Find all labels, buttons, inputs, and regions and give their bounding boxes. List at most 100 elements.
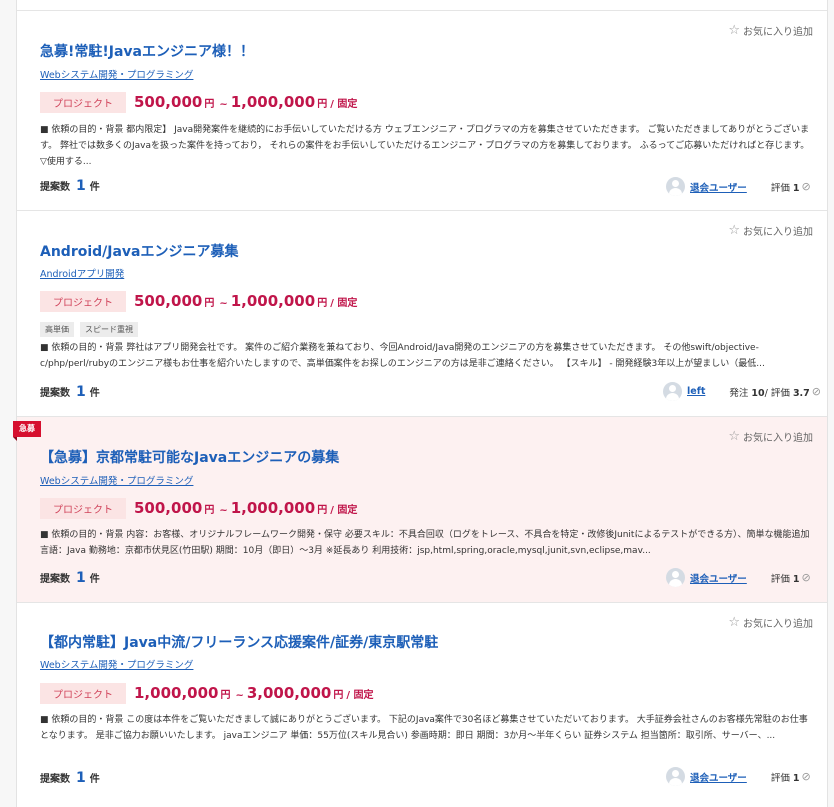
job-card: ☆ お気に入り追加 【都内常駐】Java中流/フリーランス応援案件/証券/東京駅… [17, 602, 827, 802]
block-icon: ⊘ [801, 180, 811, 193]
avatar[interactable] [666, 568, 685, 587]
proposal-label: 提案数 [40, 574, 70, 585]
orders-count: 10 [751, 387, 765, 399]
job-category[interactable]: Androidアプリ開発 [40, 266, 124, 280]
block-icon: ⊘ [801, 770, 811, 783]
job-list: ☆ お気に入り追加 急募!常駐!Javaエンジニア様！！ Webシステム開発・プ… [13, 0, 828, 807]
job-title[interactable]: 急募!常駐!Javaエンジニア様！！ [40, 41, 254, 61]
proposal-number: 1 [76, 570, 86, 586]
job-description: ■ 依頼の目的・背景 弊社はアプリ開発会社です。 案件のご紹介業務を兼ねており、… [40, 343, 765, 369]
range-separator: ~ [219, 298, 228, 309]
price-unit: 円 [220, 690, 231, 701]
proposal-unit: 件 [89, 774, 100, 785]
price-max: 3,000,000 [246, 684, 332, 702]
client-name[interactable]: 退会ユーザー [690, 770, 747, 784]
avatar[interactable] [666, 767, 685, 786]
price-unit: 円 [317, 298, 328, 309]
rating-value: 1 [792, 772, 800, 784]
range-separator: ~ [219, 505, 228, 516]
proposal-count: 提案数 1 件 [40, 770, 100, 786]
client-name[interactable]: 退会ユーザー [690, 180, 747, 194]
project-badge: プロジェクト [40, 92, 126, 113]
job-category[interactable]: Webシステム開発・プログラミング [40, 473, 193, 487]
rating: 評価 1 [771, 571, 800, 585]
range-separator: ~ [235, 690, 244, 701]
favorite-label: お気に入り追加 [743, 227, 813, 238]
job-category[interactable]: Webシステム開発・プログラミング [40, 67, 193, 81]
proposal-count: 提案数 1 件 [40, 384, 100, 400]
range-separator: ~ [219, 99, 228, 110]
rating-label: 評価 [770, 387, 790, 399]
price-type: / 固定 [346, 690, 374, 701]
tag-list: 高単価 スピード重視 [40, 322, 138, 337]
price-type: / 固定 [330, 298, 358, 309]
rating-value: 1 [792, 182, 800, 194]
tag-speed: スピード重視 [80, 322, 138, 337]
price-row: プロジェクト 500,000 円 ~ 1,000,000 円 / 固定 [40, 498, 357, 519]
rating-label: 評価 [770, 772, 790, 784]
price-row: プロジェクト 1,000,000 円 ~ 3,000,000 円 / 固定 [40, 683, 373, 704]
favorite-button[interactable]: ☆ お気に入り追加 [728, 615, 813, 630]
proposal-count: 提案数 1 件 [40, 570, 100, 586]
price-unit: 円 [204, 99, 215, 110]
client-info: 退会ユーザー 評価 1 ⊘ [666, 767, 811, 786]
proposal-unit: 件 [89, 388, 100, 399]
proposal-number: 1 [76, 770, 86, 786]
rating-value: 3.7 [792, 387, 810, 399]
favorite-label: お気に入り追加 [743, 619, 813, 630]
favorite-label: お気に入り追加 [743, 433, 813, 444]
project-badge: プロジェクト [40, 291, 126, 312]
job-title[interactable]: 【急募】京都常駐可能なJavaエンジニアの募集 [40, 447, 339, 467]
job-card: ☆ お気に入り追加 急募!常駐!Javaエンジニア様！！ Webシステム開発・プ… [17, 10, 827, 210]
orders-label: 発注 [729, 387, 749, 399]
favorite-label: お気に入り追加 [743, 27, 813, 38]
rating-value: 1 [792, 573, 800, 585]
price-min: 1,000,000 [134, 684, 219, 702]
job-card: ☆ お気に入り追加 Android/Javaエンジニア募集 Androidアプリ… [17, 210, 827, 416]
price-unit: 円 [204, 298, 215, 309]
client-info: 退会ユーザー 評価 1 ⊘ [666, 177, 811, 196]
price-unit: 円 [204, 505, 215, 516]
price-min: 500,000 [134, 499, 203, 517]
price-row: プロジェクト 500,000 円 ~ 1,000,000 円 / 固定 [40, 291, 357, 312]
price-unit: 円 [333, 690, 344, 701]
proposal-count: 提案数 1 件 [40, 178, 100, 194]
client-name[interactable]: 退会ユーザー [690, 571, 747, 585]
proposal-unit: 件 [89, 574, 100, 585]
star-icon: ☆ [728, 615, 740, 630]
star-icon: ☆ [728, 429, 740, 444]
proposal-number: 1 [76, 384, 86, 400]
favorite-button[interactable]: ☆ お気に入り追加 [728, 23, 813, 38]
proposal-label: 提案数 [40, 774, 70, 785]
rating: 評価 1 [771, 180, 800, 194]
price-max: 1,000,000 [230, 93, 316, 111]
tag-high-price: 高単価 [40, 322, 74, 337]
job-description: ■ 依頼の目的・背景 都内限定】 Java開発案件を継続的にお手伝いしていただけ… [40, 125, 810, 167]
client-name[interactable]: left [687, 386, 705, 397]
job-description: ■ 依頼の目的・背景 この度は本件をご覧いただきまして誠にありがとうございます。… [40, 715, 808, 741]
avatar[interactable] [663, 382, 682, 401]
job-title[interactable]: 【都内常駐】Java中流/フリーランス応援案件/証券/東京駅常駐 [40, 632, 438, 652]
urgent-flag: 急募 [13, 421, 41, 441]
client-info: 退会ユーザー 評価 1 ⊘ [666, 568, 811, 587]
star-icon: ☆ [728, 23, 740, 38]
job-category[interactable]: Webシステム開発・プログラミング [40, 657, 193, 671]
job-title[interactable]: Android/Javaエンジニア募集 [40, 241, 239, 261]
proposal-label: 提案数 [40, 182, 70, 193]
avatar[interactable] [666, 177, 685, 196]
rating: 評価 1 [771, 770, 800, 784]
price-unit: 円 [317, 99, 328, 110]
block-icon: ⊘ [811, 385, 821, 398]
block-icon: ⊘ [801, 571, 811, 584]
proposal-number: 1 [76, 178, 86, 194]
job-card: 急募 ☆ お気に入り追加 【急募】京都常駐可能なJavaエンジニアの募集 Web… [13, 416, 827, 602]
favorite-button[interactable]: ☆ お気に入り追加 [728, 223, 813, 238]
favorite-button[interactable]: ☆ お気に入り追加 [728, 429, 813, 444]
order-rating: 発注 10/ 評価 3.7 [729, 387, 810, 399]
price-unit: 円 [317, 505, 328, 516]
price-min: 500,000 [134, 292, 203, 310]
price-type: / 固定 [330, 99, 358, 110]
proposal-label: 提案数 [40, 388, 70, 399]
price-min: 500,000 [134, 93, 203, 111]
star-icon: ☆ [728, 223, 740, 238]
